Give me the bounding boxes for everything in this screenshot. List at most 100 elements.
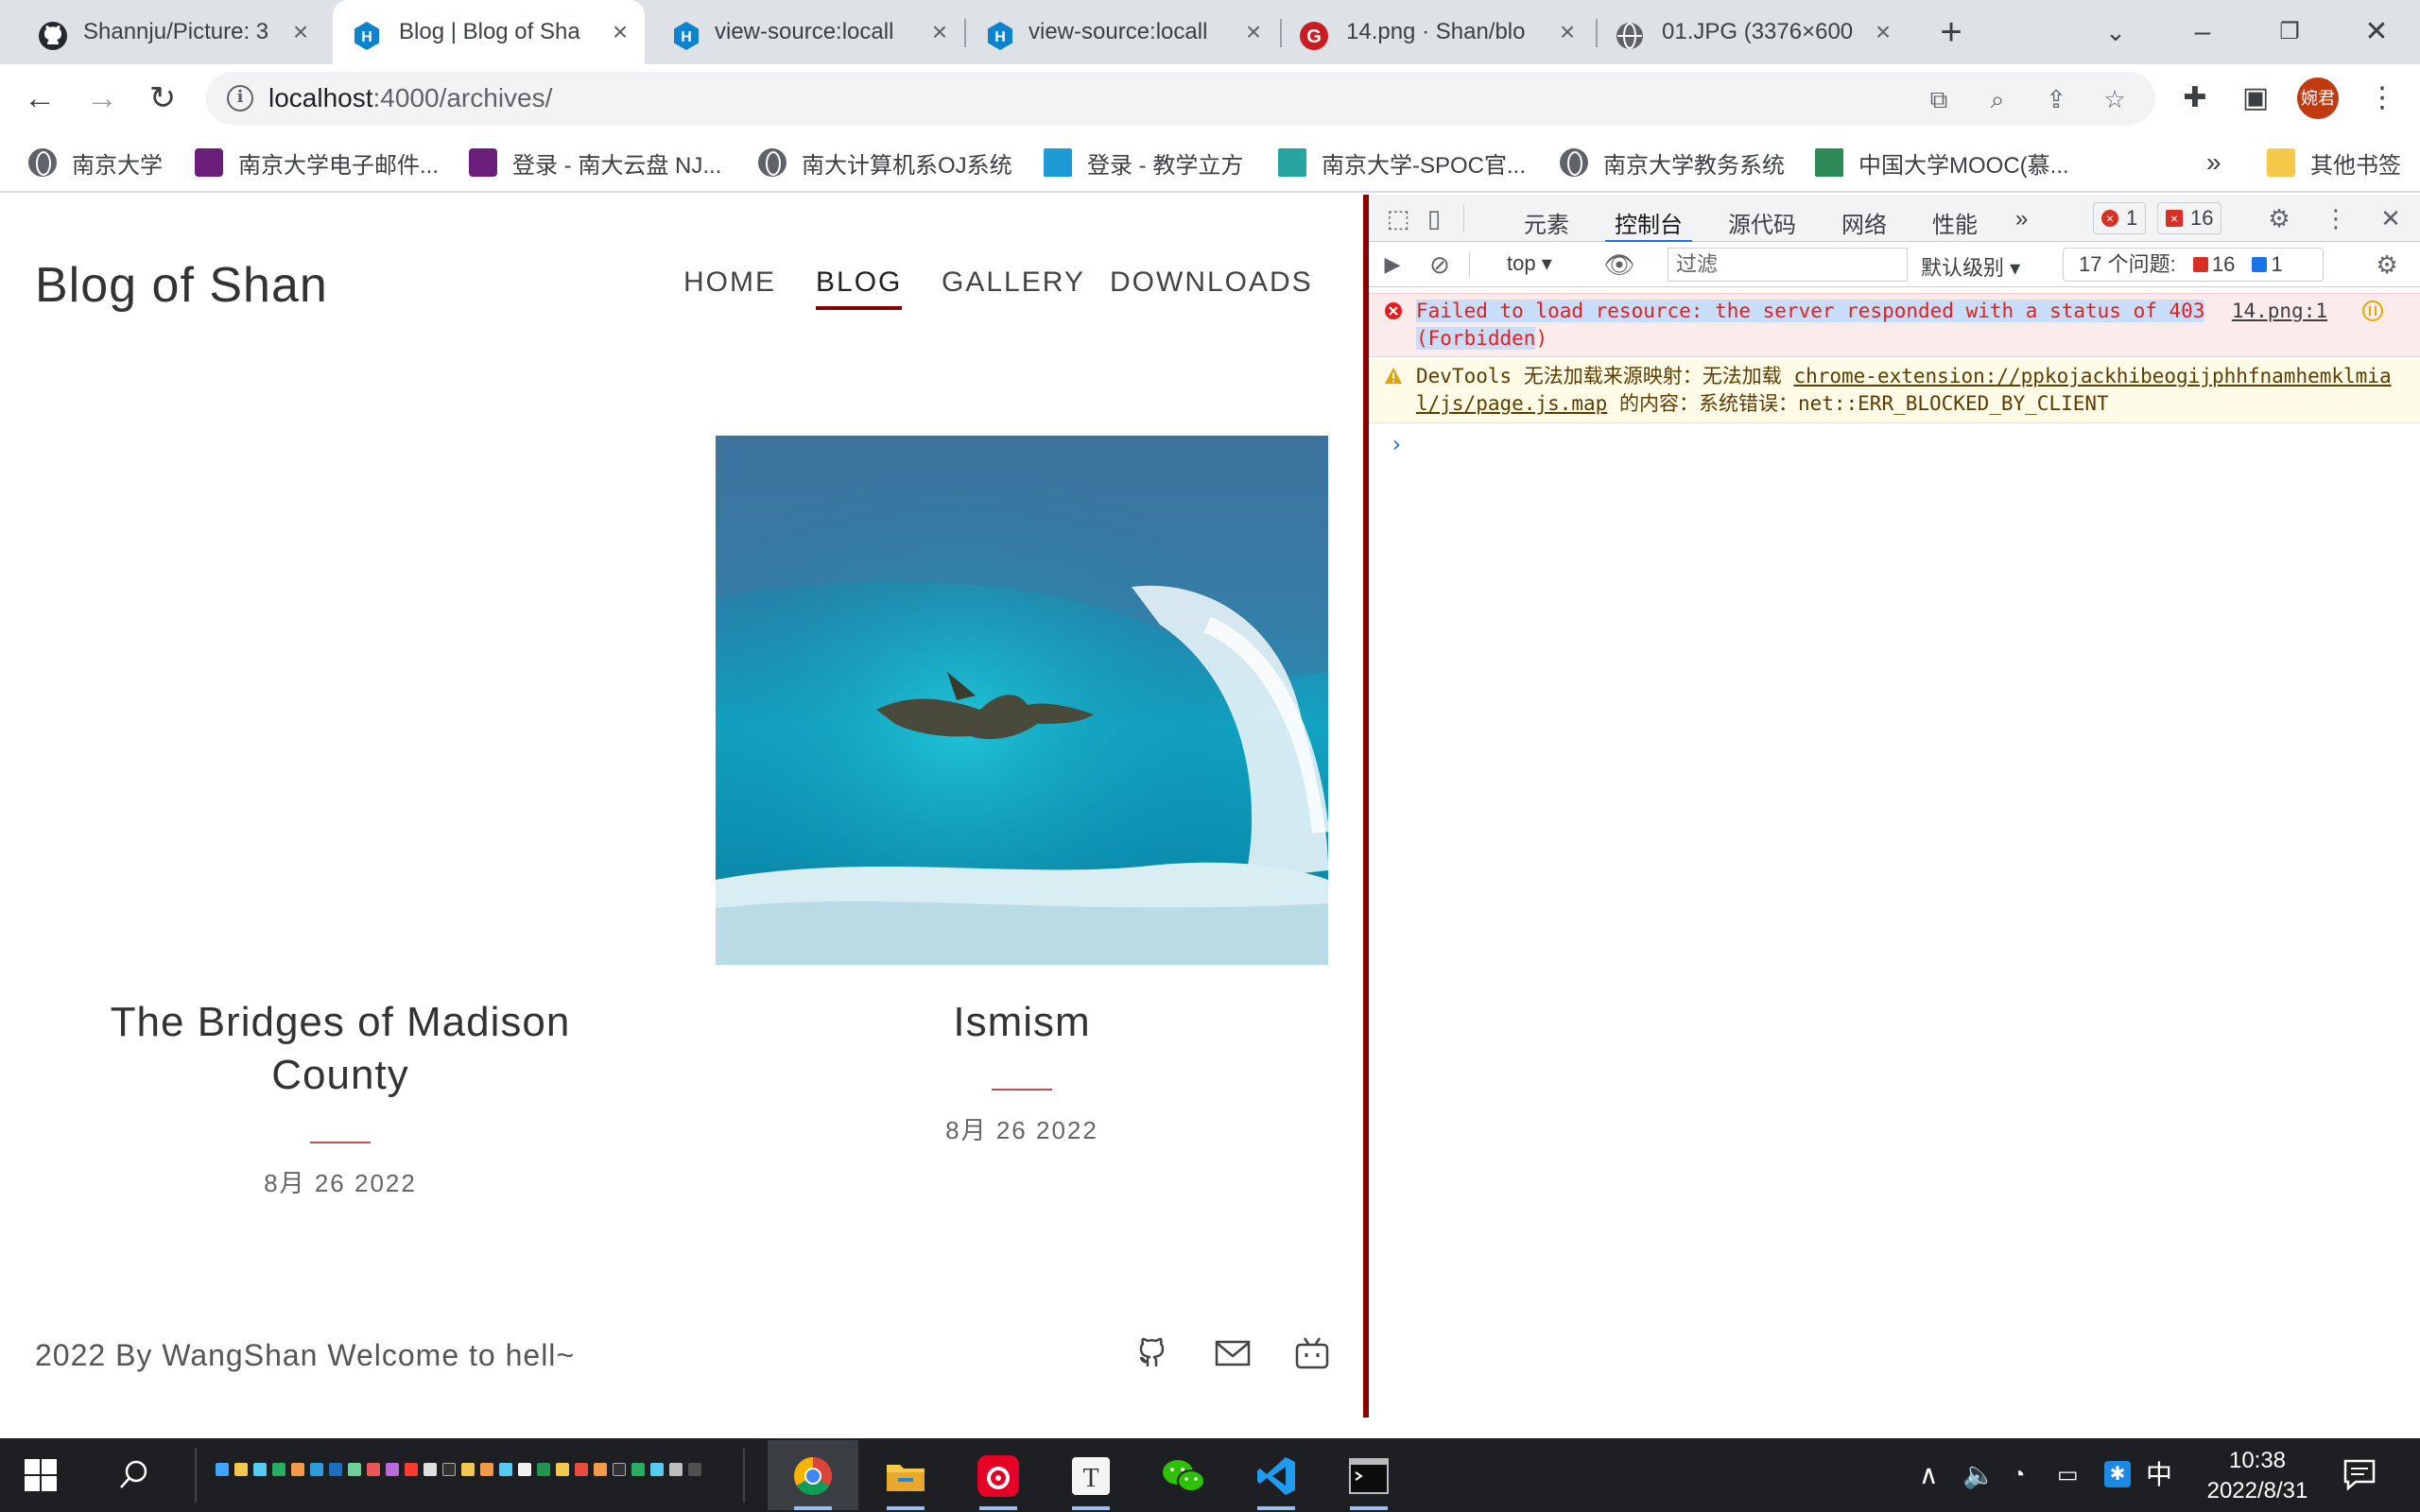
back-icon[interactable]: ← — [21, 79, 59, 117]
devtools-more-tabs-chevron[interactable]: » — [2015, 206, 2028, 232]
tab-blog[interactable]: H Blog | Blog of Sha × — [333, 0, 645, 64]
nav-home[interactable]: HOME — [683, 266, 776, 299]
windows-start-icon[interactable] — [25, 1459, 57, 1491]
execution-context-select[interactable]: top ▾ — [1507, 251, 1552, 276]
quicklaunch-icon[interactable] — [216, 1463, 229, 1476]
quicklaunch-icon[interactable] — [424, 1463, 437, 1476]
tab-view-source-2[interactable]: H view-source:locall × — [968, 0, 1282, 64]
quicklaunch-icon[interactable] — [405, 1463, 418, 1476]
issues-button[interactable]: 17 个问题: 16 1 — [2063, 248, 2324, 282]
minimize-icon[interactable]: – — [2184, 13, 2221, 51]
address-bar[interactable]: i localhost:4000/archives/ ⧉ ⌕ ⇪ ☆ — [206, 72, 2155, 125]
tab-github[interactable]: Shannju/Picture: 3 × — [0, 0, 325, 64]
network-request-icon[interactable] — [2361, 300, 2384, 322]
notification-center-icon[interactable] — [2342, 1457, 2377, 1491]
quicklaunch-icon[interactable] — [537, 1463, 550, 1476]
other-bookmarks-folder[interactable]: 其他书签 — [2267, 144, 2401, 181]
window-close-icon[interactable]: ✕ — [2358, 13, 2395, 51]
search-icon[interactable] — [117, 1459, 149, 1491]
live-expression-eye-icon[interactable]: 👁 — [1603, 249, 1635, 281]
quicklaunch-icon[interactable] — [631, 1463, 645, 1476]
system-clock[interactable]: 10:38 2022/8/31 — [2191, 1446, 2324, 1506]
close-icon[interactable]: × — [287, 19, 314, 45]
log-level-select[interactable]: 默认级别 ▾ — [1921, 251, 2020, 282]
forward-icon[interactable]: → — [83, 79, 121, 117]
devtools-tab-network[interactable]: 网络 — [1841, 206, 1887, 239]
profile-avatar[interactable]: 婉君 — [2297, 77, 2339, 119]
bookmarks-overflow-chevron[interactable]: » — [2206, 144, 2221, 181]
bookmark-item[interactable]: 南京大学电子邮件... — [195, 144, 439, 181]
console-error-message[interactable]: Failed to load resource: the server resp… — [1369, 293, 2420, 357]
console-warning-message[interactable]: DevTools 无法加载来源映射：无法加载 chrome-extension:… — [1369, 359, 2420, 423]
ime-indicator[interactable]: 中 — [2146, 1461, 2172, 1489]
bookmark-star-icon[interactable]: ☆ — [2100, 85, 2129, 113]
error-source-link[interactable]: 14.png:1 — [2232, 298, 2327, 325]
taskbar-terminal[interactable] — [1323, 1440, 1414, 1510]
close-icon[interactable]: × — [607, 19, 633, 45]
quicklaunch-icon[interactable] — [499, 1463, 512, 1476]
inspect-element-icon[interactable]: ⬚ — [1382, 202, 1414, 234]
devtools-close-icon[interactable]: ✕ — [2375, 202, 2407, 234]
bookmark-item[interactable]: 登录 - 教学立方 — [1044, 144, 1243, 181]
console-settings-gear-icon[interactable]: ⚙ — [2371, 249, 2403, 281]
error-count-badge[interactable]: × 1 — [2093, 202, 2147, 234]
quicklaunch-icon[interactable] — [556, 1463, 569, 1476]
quicklaunch-icon[interactable] — [688, 1463, 701, 1476]
issues-count-badge[interactable]: × 16 — [2157, 202, 2222, 234]
quicklaunch-icon[interactable] — [272, 1463, 285, 1476]
nav-downloads[interactable]: DOWNLOADS — [1110, 266, 1313, 299]
post-title-ismism[interactable]: Ismism — [738, 996, 1305, 1049]
quicklaunch-icon[interactable] — [329, 1463, 342, 1476]
quicklaunch-icon[interactable] — [518, 1463, 531, 1476]
tray-app-icon[interactable]: ✱ — [2104, 1461, 2131, 1487]
quicklaunch-icon[interactable] — [669, 1463, 683, 1476]
quicklaunch-icon[interactable] — [594, 1463, 607, 1476]
share-icon[interactable]: ⇪ — [2042, 85, 2070, 113]
bilibili-icon[interactable] — [1293, 1334, 1331, 1372]
bookmark-item[interactable]: 南京大学-SPOC官... — [1278, 144, 1526, 181]
quicklaunch-icon[interactable] — [461, 1463, 475, 1476]
quicklaunch-icon[interactable] — [386, 1463, 399, 1476]
menu-kebab-icon[interactable]: ⋮ — [2365, 81, 2399, 115]
battery-icon[interactable]: ▭ — [2057, 1461, 2079, 1489]
quicklaunch-icon[interactable] — [348, 1463, 361, 1476]
devtools-tab-performance[interactable]: 性能 — [1932, 206, 1978, 239]
quicklaunch-icon[interactable] — [310, 1463, 323, 1476]
translate-icon[interactable]: ⧉ — [1925, 85, 1953, 113]
taskbar-wechat[interactable] — [1138, 1440, 1229, 1510]
nav-blog[interactable]: BLOG — [816, 266, 903, 310]
url-text[interactable]: localhost:4000/archives/ — [268, 84, 552, 112]
nav-gallery[interactable]: GALLERY — [942, 266, 1085, 299]
mail-icon[interactable] — [1214, 1334, 1252, 1372]
zoom-icon[interactable]: ⌕ — [1983, 85, 2012, 113]
side-panel-icon[interactable]: ▣ — [2238, 81, 2273, 115]
tab-view-source-1[interactable]: H view-source:locall × — [652, 0, 966, 64]
bookmark-item[interactable]: 南大计算机系OJ系统 — [758, 144, 1012, 181]
console-filter-input[interactable]: 过滤 — [1668, 248, 1908, 282]
github-icon[interactable] — [1134, 1334, 1172, 1372]
quicklaunch-icon[interactable] — [442, 1463, 456, 1476]
site-info-icon[interactable]: i — [227, 85, 253, 112]
volume-icon[interactable]: 🔈 — [1962, 1461, 1996, 1489]
reload-icon[interactable]: ↻ — [144, 79, 182, 117]
settings-gear-icon[interactable]: ⚙ — [2263, 202, 2295, 234]
quicklaunch-icon[interactable] — [291, 1463, 304, 1476]
close-icon[interactable]: × — [926, 19, 953, 45]
taskbar-file-explorer[interactable] — [860, 1440, 951, 1510]
devtools-tab-console[interactable]: 控制台 — [1605, 206, 1692, 243]
devtools-tab-elements[interactable]: 元素 — [1524, 206, 1569, 239]
quicklaunch-icon[interactable] — [650, 1463, 664, 1476]
quicklaunch-icon[interactable] — [480, 1463, 493, 1476]
device-toolbar-icon[interactable]: ▯ — [1418, 202, 1450, 234]
site-title[interactable]: Blog of Shan — [35, 257, 328, 314]
console-prompt[interactable]: › — [1390, 431, 1403, 457]
bookmark-item[interactable]: 南京大学 — [28, 144, 163, 181]
post-title-bridges[interactable]: The Bridges of Madison County — [57, 996, 624, 1102]
post-thumbnail-sea-lion[interactable] — [716, 436, 1328, 965]
bookmark-item[interactable]: 中国大学MOOC(慕... — [1815, 144, 2069, 181]
sidebar-toggle-icon[interactable]: ▶ — [1376, 249, 1409, 281]
tray-overflow-chevron-icon[interactable]: ∧ — [1919, 1461, 1939, 1489]
devtools-menu-kebab-icon[interactable]: ⋮ — [2320, 202, 2352, 234]
wifi-icon[interactable]: ◔ — [2012, 1461, 2026, 1489]
quicklaunch-icon[interactable] — [234, 1463, 248, 1476]
